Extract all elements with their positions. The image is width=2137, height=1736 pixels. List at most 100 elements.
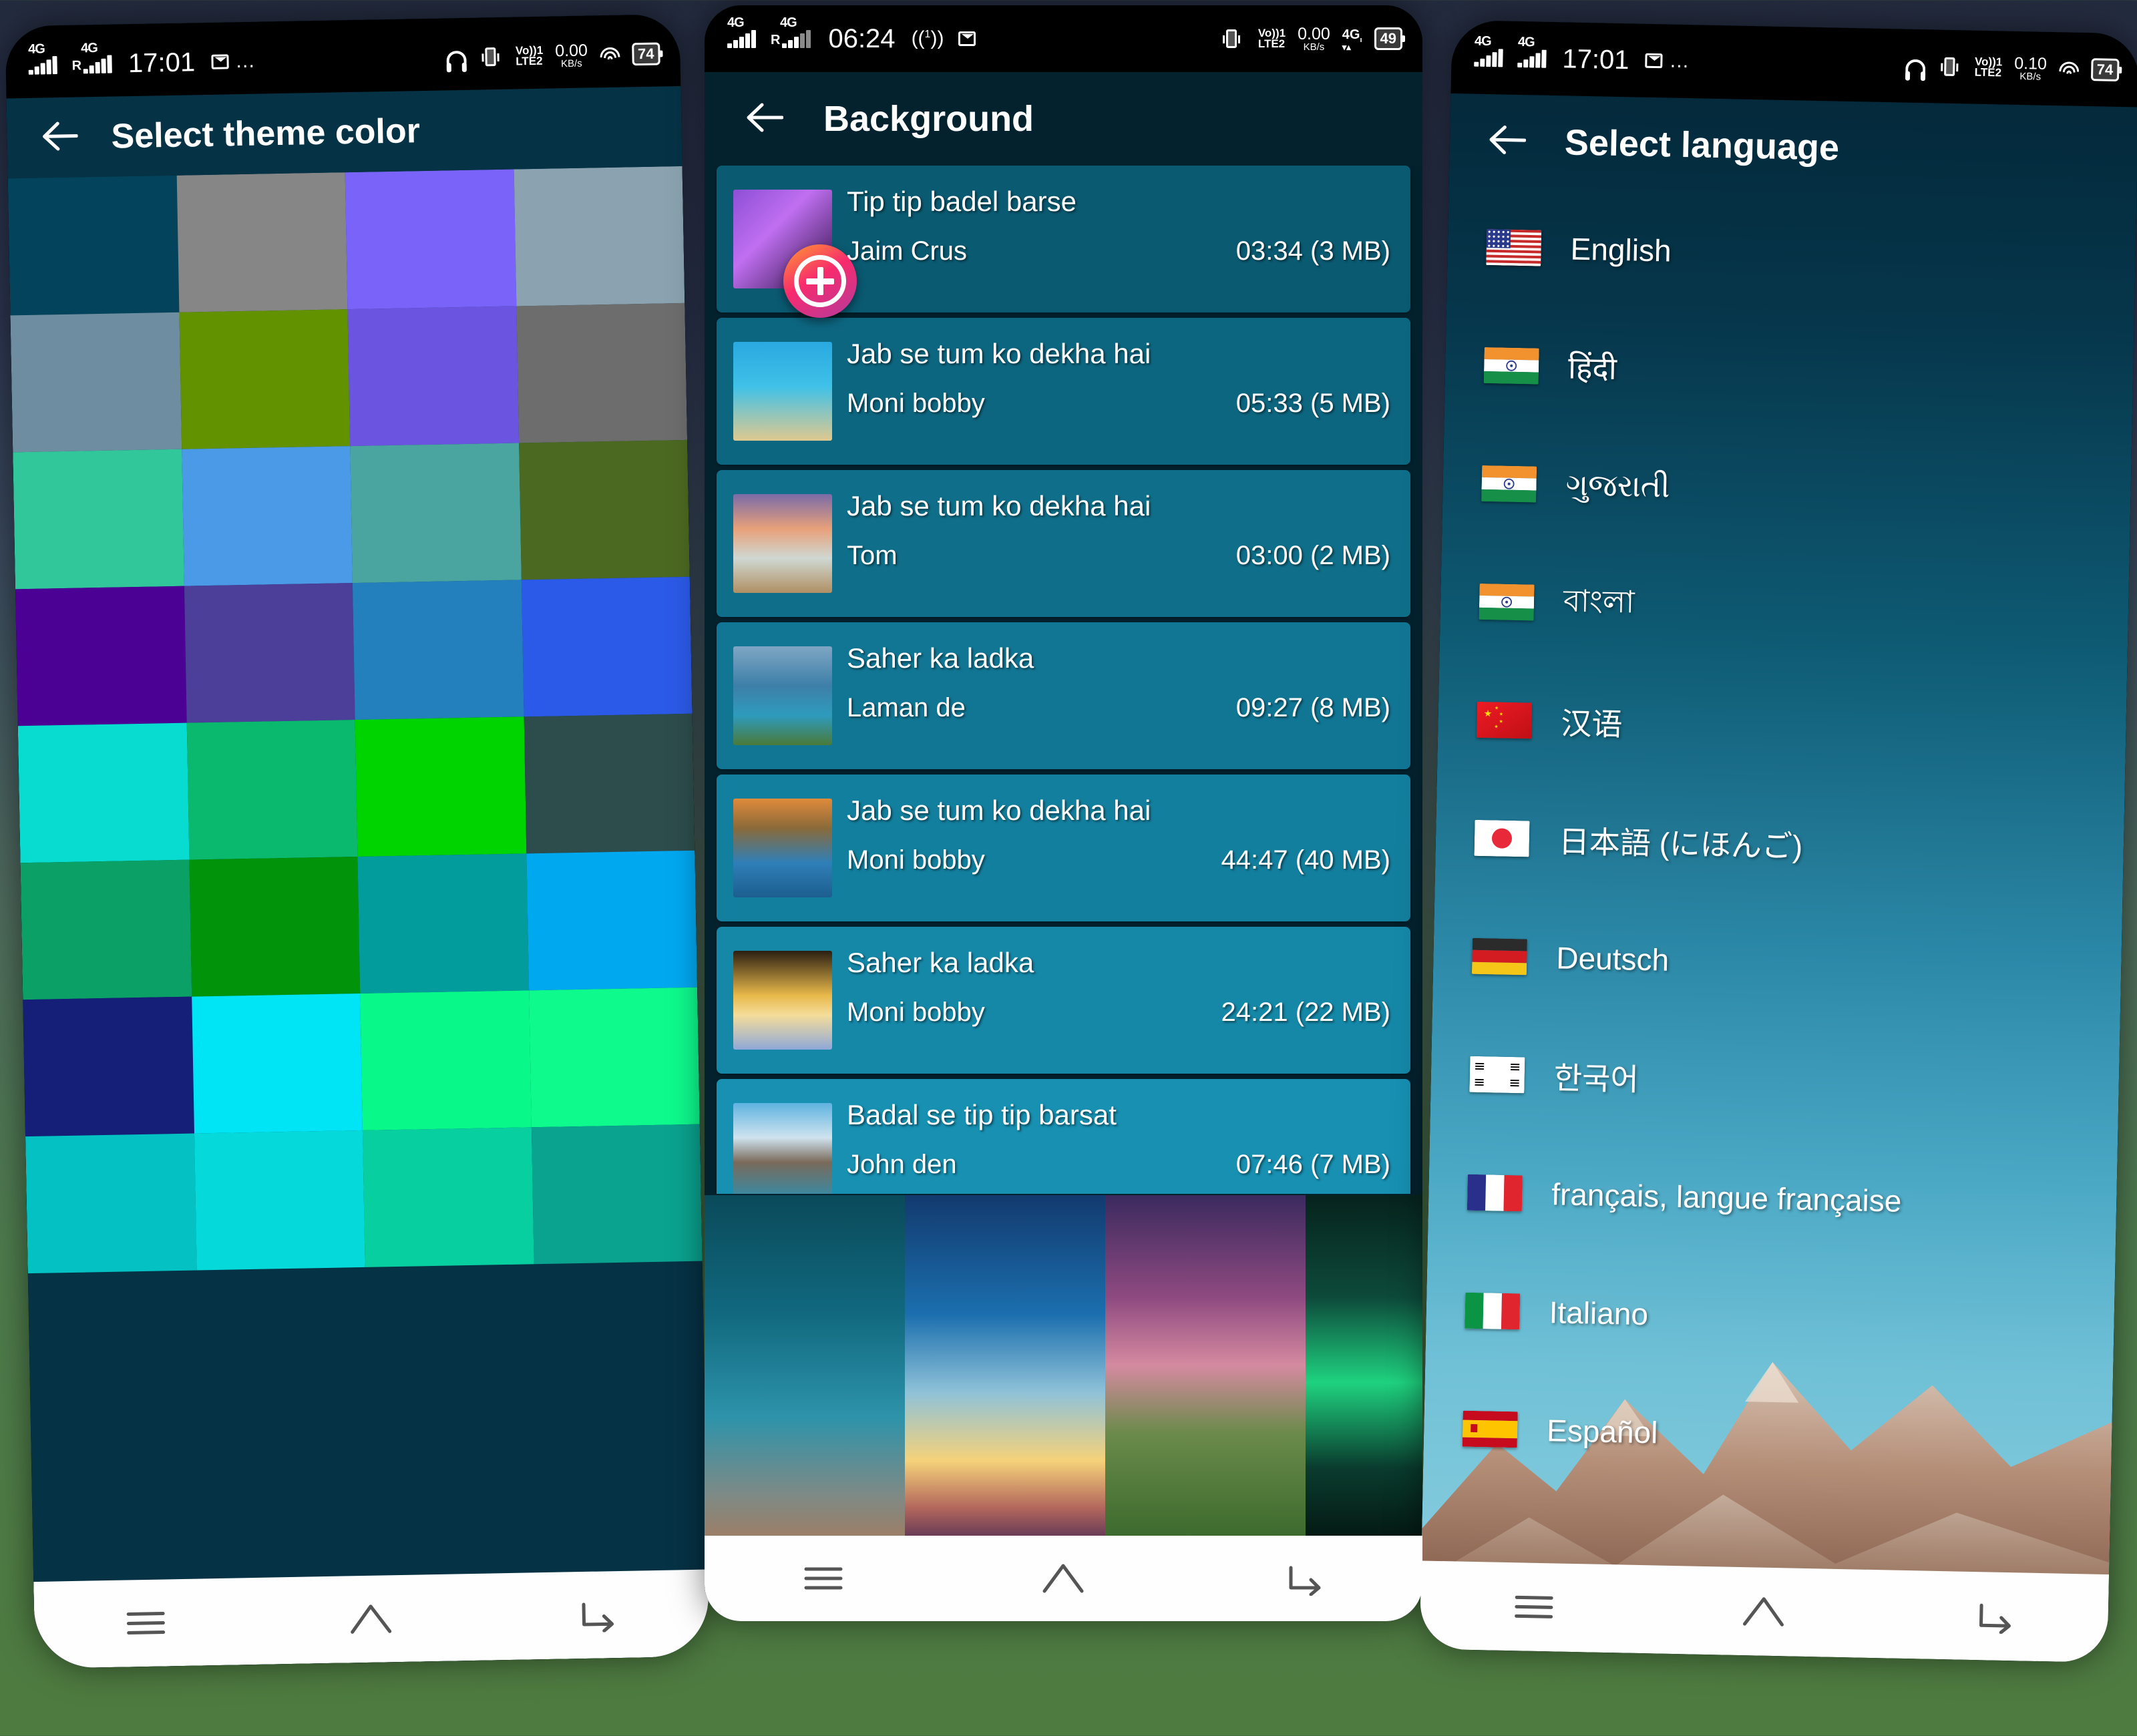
- language-list-item[interactable]: Deutsch: [1432, 896, 2122, 1028]
- theme-color-swatch[interactable]: [13, 449, 184, 590]
- language-list-item[interactable]: ★ ★ ★ ★ ★ 汉语: [1437, 660, 2127, 792]
- language-list-item[interactable]: English: [1446, 187, 2136, 319]
- theme-color-swatch[interactable]: [352, 580, 524, 720]
- home-icon[interactable]: [347, 1600, 395, 1637]
- phone-select-language: 4G 4G 17:01 … Vo))1 LTE2 0.10 KB/s 74 Sele…: [1419, 19, 2137, 1663]
- home-icon[interactable]: [1039, 1560, 1087, 1596]
- song-list[interactable]: Tip tip badel barse Jaim Crus 03:34 (3 MB)…: [705, 166, 1422, 1194]
- theme-color-swatch[interactable]: [528, 987, 700, 1128]
- svg-text:★: ★: [1495, 705, 1499, 710]
- language-list-item[interactable]: Italiano: [1425, 1251, 2115, 1383]
- menu-icon[interactable]: [1512, 1592, 1555, 1622]
- phone2-navbar: [705, 1536, 1422, 1621]
- status-clock: 06:24: [828, 23, 896, 53]
- data-rate: 0.10 KB/s: [2014, 53, 2048, 83]
- theme-color-swatch[interactable]: [350, 443, 522, 584]
- song-list-item[interactable]: Jab se tum ko dekha hai Moni bobby 44:47 (…: [717, 775, 1410, 921]
- wallpaper-thumbnail[interactable]: [1105, 1195, 1306, 1536]
- home-icon[interactable]: [1739, 1593, 1788, 1630]
- wallpaper-strip[interactable]: [705, 1195, 1422, 1536]
- song-title: Tip tip badel barse: [847, 186, 1077, 217]
- language-label: বাংলা: [1563, 582, 1635, 620]
- song-list-item[interactable]: Saher ka ladka Moni bobby 24:21 (22 MB): [717, 927, 1410, 1074]
- theme-color-swatch[interactable]: [518, 439, 690, 580]
- language-list-item[interactable]: বাংলা: [1439, 541, 2129, 674]
- theme-color-swatch[interactable]: [7, 175, 179, 316]
- theme-color-grid[interactable]: [7, 166, 710, 1669]
- theme-color-swatch[interactable]: [362, 1127, 534, 1267]
- back-icon[interactable]: [574, 1597, 619, 1633]
- song-list-item[interactable]: Badal se tip tip barsat John den 07:46 (7 …: [717, 1079, 1410, 1194]
- plus-icon: [794, 255, 846, 307]
- theme-color-swatch[interactable]: [360, 990, 532, 1130]
- song-artist: John den: [847, 1150, 957, 1179]
- language-list-item[interactable]: 한국어: [1430, 1014, 2120, 1146]
- theme-color-swatch[interactable]: [355, 716, 526, 857]
- theme-color-swatch[interactable]: [514, 166, 685, 306]
- phone3-screen: 4G 4G 17:01 … Vo))1 LTE2 0.10 KB/s 74 Sele…: [1419, 19, 2137, 1663]
- album-art: [733, 494, 832, 593]
- song-list-item[interactable]: Saher ka ladka Laman de 09:27 (8 MB): [717, 622, 1410, 769]
- theme-color-swatch[interactable]: [191, 993, 363, 1134]
- phone2-screen: 4G 4G R 06:24 ((1)) Vo))1 LTE2 0.00 KB/s 4…: [705, 5, 1422, 1621]
- language-label: हिंदी: [1567, 350, 1617, 386]
- wallpaper-thumbnail[interactable]: [1306, 1195, 1422, 1536]
- language-list-item[interactable]: 日本語 (にほんご): [1434, 778, 2124, 910]
- song-list-item[interactable]: Jab se tum ko dekha hai Tom 03:00 (2 MB): [717, 470, 1410, 617]
- back-arrow-icon[interactable]: [40, 120, 79, 155]
- battery-badge: 74: [631, 42, 660, 66]
- theme-color-swatch[interactable]: [188, 856, 361, 997]
- flag-icon-jp: [1474, 819, 1530, 857]
- theme-color-swatch[interactable]: [181, 446, 353, 586]
- menu-icon[interactable]: [802, 1564, 845, 1593]
- theme-color-swatch[interactable]: [10, 312, 182, 453]
- theme-color-swatch[interactable]: [194, 1130, 365, 1271]
- theme-color-swatch[interactable]: [347, 306, 519, 447]
- language-list-item[interactable]: ગુજરાતી: [1442, 423, 2132, 556]
- back-icon[interactable]: [1282, 1561, 1326, 1596]
- back-arrow-icon[interactable]: [1487, 124, 1527, 160]
- phone-select-theme-color: 4G 4G R 17:01 … Vo))1 LTE2 0.00 KB/s 74 Se…: [5, 13, 710, 1669]
- wallpaper-thumbnail[interactable]: [905, 1195, 1105, 1536]
- battery-badge: 49: [1374, 27, 1406, 50]
- song-duration-size: 07:46 (7 MB): [1235, 1150, 1390, 1179]
- back-icon[interactable]: [1971, 1598, 2016, 1635]
- theme-color-swatch[interactable]: [20, 859, 192, 1000]
- theme-color-swatch[interactable]: [186, 720, 358, 860]
- menu-icon[interactable]: [124, 1608, 168, 1638]
- theme-color-swatch[interactable]: [357, 853, 529, 994]
- phone1-appbar: Select theme color: [6, 85, 683, 179]
- theme-color-swatch[interactable]: [178, 309, 351, 449]
- language-list-item[interactable]: हिंदी: [1444, 305, 2134, 437]
- theme-color-swatch[interactable]: [524, 713, 695, 854]
- language-list-item[interactable]: français, langue française: [1428, 1132, 2118, 1265]
- theme-color-swatch[interactable]: [526, 850, 698, 991]
- theme-color-swatch[interactable]: [15, 586, 187, 726]
- theme-color-swatch[interactable]: [345, 169, 516, 310]
- song-duration-size: 09:27 (8 MB): [1235, 693, 1390, 722]
- song-artist: Moni bobby: [847, 389, 985, 418]
- song-artist: Laman de: [847, 693, 966, 722]
- svg-text:★: ★: [1484, 708, 1493, 718]
- theme-color-swatch[interactable]: [176, 172, 348, 312]
- album-art: [733, 646, 832, 745]
- theme-color-swatch[interactable]: [516, 302, 688, 443]
- add-background-button[interactable]: [783, 244, 857, 318]
- wifi-icon: [2058, 61, 2080, 77]
- theme-color-swatch[interactable]: [184, 583, 355, 723]
- volte-icon: Vo))1 LTE2: [1974, 55, 2003, 79]
- theme-color-swatch[interactable]: [25, 1133, 197, 1274]
- wallpaper-thumbnail[interactable]: [705, 1195, 905, 1536]
- theme-color-swatch[interactable]: [23, 996, 194, 1137]
- overflow-dots-icon: …: [234, 49, 258, 73]
- theme-color-swatch[interactable]: [17, 722, 189, 863]
- theme-color-swatch[interactable]: [521, 576, 693, 717]
- mail-icon: [1645, 53, 1663, 69]
- theme-color-swatch[interactable]: [531, 1124, 703, 1265]
- song-list-item[interactable]: Jab se tum ko dekha hai Moni bobby 05:33 (…: [717, 318, 1410, 465]
- data-rate: 0.00 KB/s: [1298, 24, 1330, 53]
- language-list[interactable]: English हिंदी ગુજરાતી বাংলা ★ ★ ★ ★ ★ 汉语 日本語 (にほんご…: [1420, 187, 2137, 1663]
- back-arrow-icon[interactable]: [745, 101, 784, 137]
- language-list-item[interactable]: Español: [1422, 1369, 2112, 1501]
- song-title: Saher ka ladka: [847, 947, 1034, 978]
